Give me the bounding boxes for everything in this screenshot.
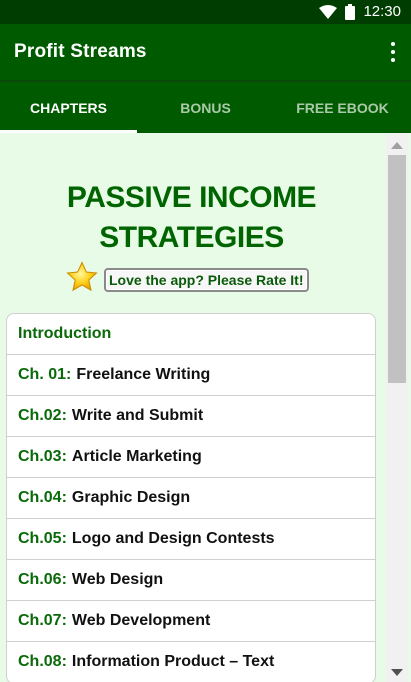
list-item-introduction[interactable]: Introduction (7, 314, 375, 355)
tab-free-ebook[interactable]: FREE EBOOK (274, 82, 411, 133)
chapter-number: Ch.06: (18, 571, 67, 588)
menu-dot (391, 42, 395, 46)
scroll-down-arrow-icon[interactable] (391, 669, 403, 676)
page-title-line1: PASSIVE INCOME (66, 181, 317, 214)
tab-bonus[interactable]: BONUS (137, 82, 274, 133)
list-item[interactable]: Ch.05: Logo and Design Contests (7, 519, 375, 560)
chapter-title: Graphic Design (71, 489, 191, 506)
list-item[interactable]: Ch.07: Web Development (7, 601, 375, 642)
list-item[interactable]: Ch.04: Graphic Design (7, 478, 375, 519)
menu-dot (391, 50, 395, 54)
status-time: 12:30 (363, 3, 401, 20)
rate-app-button[interactable]: Love the app? Please Rate It! (104, 267, 309, 292)
chapter-number: Ch.02: (18, 407, 67, 424)
more-vert-icon[interactable] (389, 42, 397, 62)
list-item[interactable]: Ch.02: Write and Submit (7, 396, 375, 437)
page-title: PASSIVE INCOME STRATEGIES (0, 178, 383, 258)
app-bar: Profit Streams (0, 24, 411, 80)
list-item[interactable]: Ch.06: Web Design (7, 560, 375, 601)
chapter-title: Write and Submit (71, 407, 204, 424)
chapter-list: Introduction Ch. 01: Freelance Writing C… (6, 313, 376, 682)
list-item[interactable]: Ch.08: Information Product – Text (7, 642, 375, 682)
scrollbar-thumb[interactable] (388, 155, 406, 383)
page-title-line2: STRATEGIES (99, 221, 284, 254)
chapter-title: Article Marketing (71, 448, 202, 465)
scroll-up-arrow-icon[interactable] (391, 142, 403, 149)
scrollbar[interactable] (386, 133, 408, 682)
list-item-label: Introduction (18, 325, 112, 342)
tab-bar: CHAPTERS BONUS FREE EBOOK (0, 80, 411, 133)
chapter-number: Ch.04: (18, 489, 67, 506)
list-item[interactable]: Ch.03: Article Marketing (7, 437, 375, 478)
chapter-number: Ch. 01: (18, 366, 72, 383)
wifi-icon (319, 5, 338, 19)
chapter-title: Information Product – Text (71, 653, 275, 670)
star-icon (66, 261, 98, 298)
tab-chapters[interactable]: CHAPTERS (0, 82, 137, 133)
chapter-title: Web Design (71, 571, 164, 588)
chapter-number: Ch.08: (18, 653, 67, 670)
chapters-page[interactable]: PASSIVE INCOME STRATEGIES Love the app? … (0, 133, 411, 682)
chapter-title: Freelance Writing (76, 366, 211, 383)
chapter-number: Ch.05: (18, 530, 67, 547)
chapter-title: Logo and Design Contests (71, 530, 275, 547)
chapter-number: Ch.03: (18, 448, 67, 465)
list-item[interactable]: Ch. 01: Freelance Writing (7, 355, 375, 396)
menu-dot (391, 58, 395, 62)
status-bar: 12:30 (0, 0, 411, 24)
app-title: Profit Streams (14, 41, 147, 62)
battery-icon (345, 4, 356, 20)
status-icons: 12:30 (319, 3, 401, 21)
chapter-number: Ch.07: (18, 612, 67, 629)
chapter-title: Web Development (71, 612, 211, 629)
rate-row: Love the app? Please Rate It! (66, 261, 309, 298)
